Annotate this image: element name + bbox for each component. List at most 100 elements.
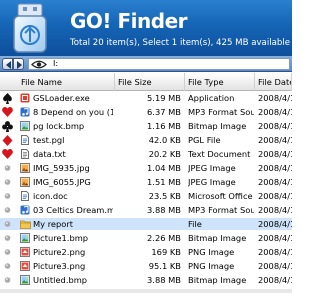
folder-file-icon [19, 218, 31, 230]
file-size: 6.37 MB [147, 107, 181, 117]
mp3-file-icon [19, 106, 31, 118]
file-row[interactable]: Picture3.png 95.1 KB PNG Image 2008/4/1 [0, 260, 292, 272]
back-button[interactable] [2, 58, 13, 70]
forward-button[interactable] [13, 58, 24, 70]
bmp-file-icon [19, 274, 31, 286]
file-type: Microsoft Office W [188, 191, 254, 201]
png-file-icon [19, 246, 31, 258]
file-list: GSLoader.exe 5.19 MB Application 2008/4/1 8 … [0, 92, 292, 293]
file-type: Bitmap Image [188, 121, 247, 131]
file-name: pg lock.bmp [33, 121, 85, 131]
status-dot-icon [1, 204, 15, 216]
file-date: 2008/4/1 [258, 121, 292, 131]
club-icon [1, 120, 15, 132]
file-row[interactable]: My report File 2008/4/1 [0, 218, 292, 230]
file-size: 3.88 MB [147, 275, 181, 285]
file-date: 2008/4/1 [258, 107, 292, 117]
file-date: 2008/4/1 [258, 163, 292, 173]
file-size: 42.0 KB [148, 135, 181, 145]
path-text: I: [53, 59, 59, 68]
status-dot-icon [1, 176, 15, 188]
file-name: Untitled.bmp [33, 275, 88, 285]
file-date: 2008/4/1 [258, 275, 292, 285]
file-type: Application [188, 93, 235, 103]
file-size: 1.51 MB [147, 177, 181, 187]
file-type: MP3 Format Sour [188, 205, 254, 215]
file-row[interactable]: IMG_6055.JPG 1.51 MB JPEG Image 2008/4/1 [0, 176, 292, 188]
column-header-file-type[interactable]: File Type [185, 73, 255, 91]
column-header-file-date[interactable]: File Date [255, 73, 292, 91]
file-row[interactable]: IMG_5935.jpg 1.04 MB JPEG Image 2008/4/1 [0, 162, 292, 174]
file-date: 2008/4/1 [258, 219, 292, 229]
status-dot-icon [1, 274, 15, 286]
file-date: 2008/4/1 [258, 149, 292, 159]
exe-file-icon [19, 92, 31, 104]
file-row[interactable]: 03 Celtics Dream.mp 3.88 MB MP3 Format Sou… [0, 204, 292, 216]
file-name: IMG_6055.JPG [33, 177, 91, 187]
column-header-file-name[interactable]: File Name [18, 73, 115, 91]
spade-icon [1, 92, 15, 104]
file-name: icon.doc [33, 191, 68, 201]
bmp-file-icon [19, 232, 31, 244]
arrow-right-icon [17, 61, 22, 69]
file-type: PGL File [188, 135, 221, 145]
file-name: GSLoader.exe [33, 93, 90, 103]
file-row[interactable]: 8 Depend on you (1 6.37 MB MP3 Format Sour… [0, 106, 292, 118]
status-dot-icon [1, 232, 15, 244]
file-row[interactable]: icon.doc 23.5 KB Microsoft Office W 2008/4/… [0, 190, 292, 202]
file-name: Picture3.png [33, 261, 86, 271]
status-dot-icon [1, 246, 15, 258]
heart-icon [1, 148, 15, 160]
file-date: 2008/4/1 [258, 191, 292, 201]
file-row[interactable]: Picture2.png 169 KB PNG Image 2008/4/1 [0, 246, 292, 258]
file-date: 2008/4/1 [258, 247, 292, 257]
file-type: Text Document [188, 149, 251, 159]
column-header-file-size[interactable]: File Size [115, 73, 185, 91]
file-size [115, 218, 181, 230]
file-name: Picture1.bmp [33, 233, 89, 243]
mp3-file-icon [19, 204, 31, 216]
file-row[interactable]: test.pgl 42.0 KB PGL File 2008/4/1 [0, 134, 292, 146]
app-header: GO! Finder Total 20 item(s), Select 1 it… [0, 0, 292, 56]
jpg-file-icon [19, 162, 31, 174]
status-dot-icon [1, 260, 15, 272]
txt-file-icon [19, 148, 31, 160]
file-size: 169 KB [151, 247, 181, 257]
eye-icon[interactable] [31, 60, 47, 69]
app-title: GO! Finder [70, 9, 188, 33]
status-dot-icon [1, 190, 15, 202]
file-date: 2008/4/1 [258, 205, 292, 215]
file-size: 20.2 KB [148, 149, 181, 159]
file-type: JPEG Image [188, 163, 236, 173]
file-date: 2008/4/1 [258, 135, 292, 145]
file-type: Bitmap Image [188, 275, 247, 285]
file-row[interactable]: Picture1.bmp 2.26 MB Bitmap Image 2008/4/1 [0, 232, 292, 244]
file-name: test.pgl [33, 135, 65, 145]
file-size: 23.5 KB [148, 191, 181, 201]
file-size: 3.88 MB [147, 205, 181, 215]
file-name: Picture2.png [33, 247, 86, 257]
file-date: 2008/4/1 [258, 93, 292, 103]
path-input[interactable]: I: [28, 58, 290, 70]
file-type: Bitmap Image [188, 233, 247, 243]
file-date: 2008/4/1 [258, 233, 292, 243]
doc-file-icon [19, 134, 31, 146]
navigation-bar: I: [0, 56, 292, 72]
jpg-file-icon [19, 176, 31, 188]
status-dot-icon [1, 218, 15, 230]
png-file-icon [19, 260, 31, 272]
diamond-icon [1, 134, 15, 146]
window-bottom-edge [0, 289, 292, 293]
file-row[interactable]: Untitled.bmp 3.88 MB Bitmap Image 2008/4/1 [0, 274, 292, 286]
file-size: 95.1 KB [148, 261, 181, 271]
heart-icon [1, 106, 15, 118]
file-row[interactable]: GSLoader.exe 5.19 MB Application 2008/4/1 [0, 92, 292, 104]
file-size: 1.04 MB [147, 163, 181, 173]
file-type: MP3 Format Sour [188, 107, 254, 117]
bmp-file-icon [19, 120, 31, 132]
file-row[interactable]: data.txt 20.2 KB Text Document 2008/4/1 [0, 148, 292, 160]
file-type: File [188, 219, 202, 229]
status-dot-icon [1, 162, 15, 174]
file-type: JPEG Image [188, 177, 236, 187]
file-row[interactable]: pg lock.bmp 1.16 MB Bitmap Image 2008/4/1 [0, 120, 292, 132]
